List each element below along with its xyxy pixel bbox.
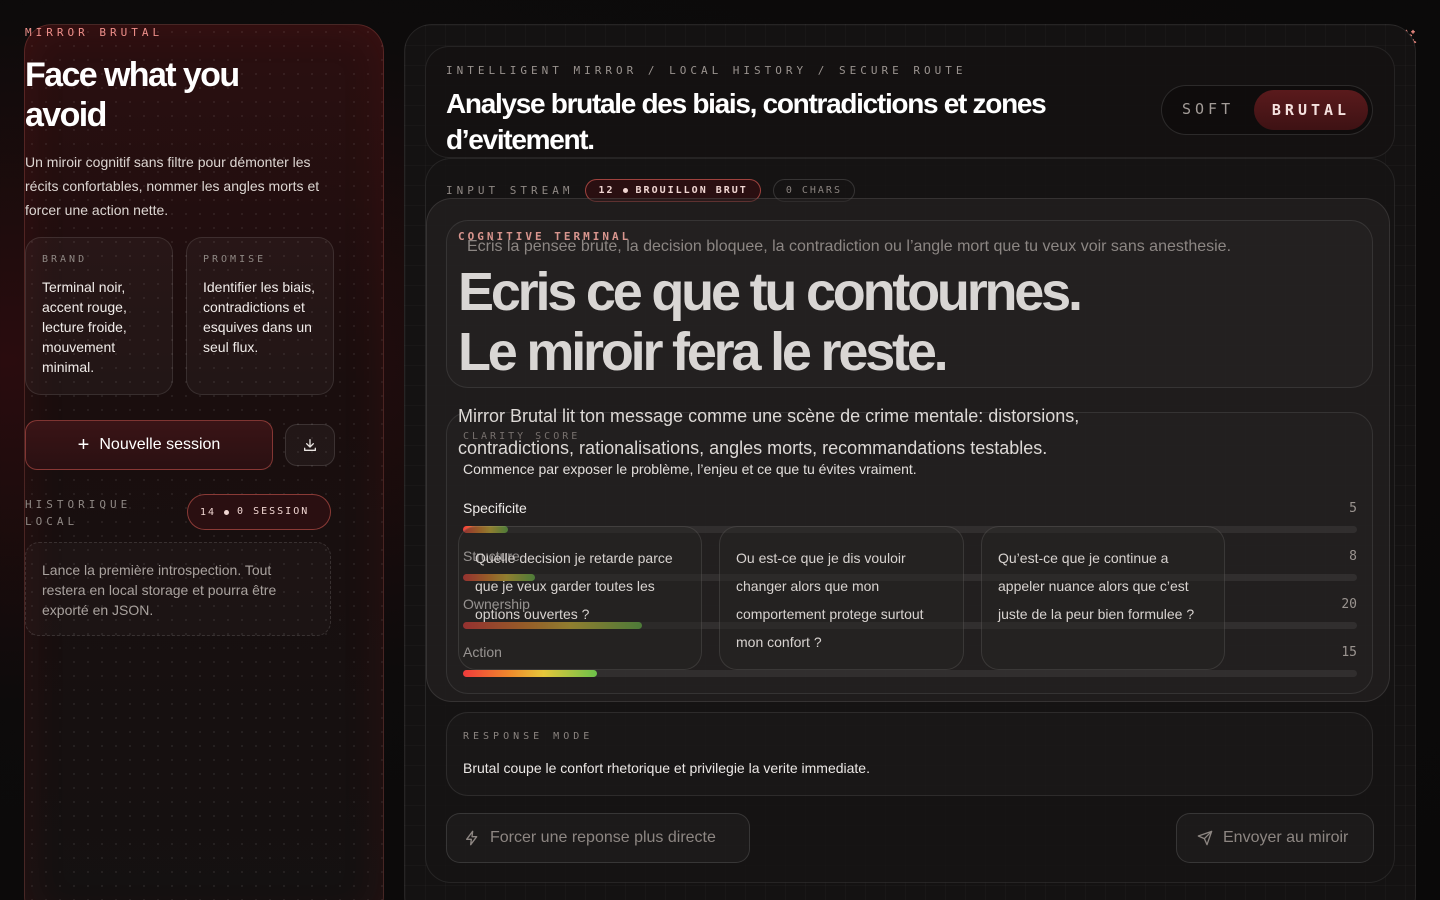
- metric-value: 5: [1349, 501, 1357, 516]
- metric-value: 15: [1341, 645, 1357, 660]
- mode-soft[interactable]: SOFT: [1182, 100, 1234, 118]
- response-mode-text: Brutal coupe le confort rhetorique et pr…: [463, 760, 870, 776]
- breadcrumb: INTELLIGENT MIRROR / LOCAL HISTORY / SEC…: [446, 64, 967, 77]
- question-card-1[interactable]: Quelle decision je retarde parce que je …: [458, 526, 702, 670]
- input-stream-label: INPUT STREAM: [446, 184, 574, 197]
- send-button[interactable]: Envoyer au miroir: [1176, 813, 1374, 863]
- promise-card: PROMISE Identifier les biais, contradict…: [186, 237, 334, 395]
- promise-card-label: PROMISE: [203, 254, 267, 265]
- terminal-headline: Ecris ce que tu contournes. Le miroir fe…: [458, 262, 1358, 382]
- sidebar-description: Un miroir cognitif sans filtre pour démo…: [25, 154, 320, 218]
- mode-toggle[interactable]: SOFT BRUTAL: [1161, 85, 1373, 135]
- mode-brutal[interactable]: BRUTAL: [1254, 90, 1368, 130]
- headline-line-2: Le miroir fera le reste.: [458, 322, 949, 382]
- history-empty-state: Lance la première introspection. Tout re…: [25, 542, 331, 636]
- response-mode-panel: [446, 712, 1373, 796]
- plus-icon: +: [77, 434, 90, 456]
- export-button[interactable]: [285, 424, 335, 466]
- new-session-button[interactable]: + Nouvelle session: [25, 420, 273, 470]
- history-badge-text: 0 SESSION: [237, 506, 310, 517]
- send-icon: [1197, 830, 1213, 846]
- history-badge-count: 14: [200, 506, 217, 518]
- history-badge: 14 0 SESSION: [187, 494, 331, 530]
- headline-line-1: Ecris ce que tu contournes.: [458, 262, 1083, 322]
- mirror-description: Mirror Brutal lit ton message comme une …: [458, 406, 1080, 458]
- metric-bar-track: [463, 670, 1357, 677]
- badge-dot: [224, 509, 230, 515]
- question-card-2[interactable]: Ou est-ce que je dis vouloir changer alo…: [719, 526, 964, 670]
- response-mode-label: RESPONSE MODE: [463, 731, 594, 742]
- draft-badge-count: 12: [598, 185, 615, 196]
- brand-card: BRAND Terminal noir, accent rouge, lectu…: [25, 237, 173, 395]
- new-session-label: Nouvelle session: [99, 436, 221, 453]
- metric-name: Specificite: [463, 500, 527, 516]
- download-icon: [304, 439, 316, 451]
- send-label: Envoyer au miroir: [1223, 829, 1349, 846]
- question-card-3[interactable]: Qu’est-ce que je continue a appeler nuan…: [981, 526, 1225, 670]
- force-direct-label: Forcer une reponse plus directe: [490, 829, 716, 846]
- promise-card-text: Identifier les biais, contradictions et …: [203, 279, 316, 355]
- brand-label: MIRROR BRUTAL: [25, 26, 164, 39]
- brand-card-text: Terminal noir, accent rouge, lecture fro…: [42, 279, 127, 375]
- metric-value: 8: [1349, 549, 1357, 564]
- force-direct-button[interactable]: Forcer une reponse plus directe: [446, 813, 750, 863]
- metric-value: 20: [1341, 597, 1357, 612]
- draft-badge-text: BROUILLON BRUT: [635, 185, 748, 196]
- sidebar-title: Face what you avoid: [25, 56, 240, 134]
- metric-bar-fill: [463, 670, 597, 677]
- bolt-icon: [466, 830, 478, 846]
- clarity-subtitle: Commence par exposer le problème, l’enje…: [463, 461, 917, 477]
- brand-card-label: BRAND: [42, 254, 88, 265]
- badge-dot: [622, 188, 628, 193]
- terminal-placeholder[interactable]: Ecris la pensee brute, la decision bloqu…: [467, 238, 1231, 256]
- page-title: Analyse brutale des biais, contradiction…: [446, 88, 1047, 155]
- history-label: HISTORIQUE LOCAL: [25, 498, 132, 528]
